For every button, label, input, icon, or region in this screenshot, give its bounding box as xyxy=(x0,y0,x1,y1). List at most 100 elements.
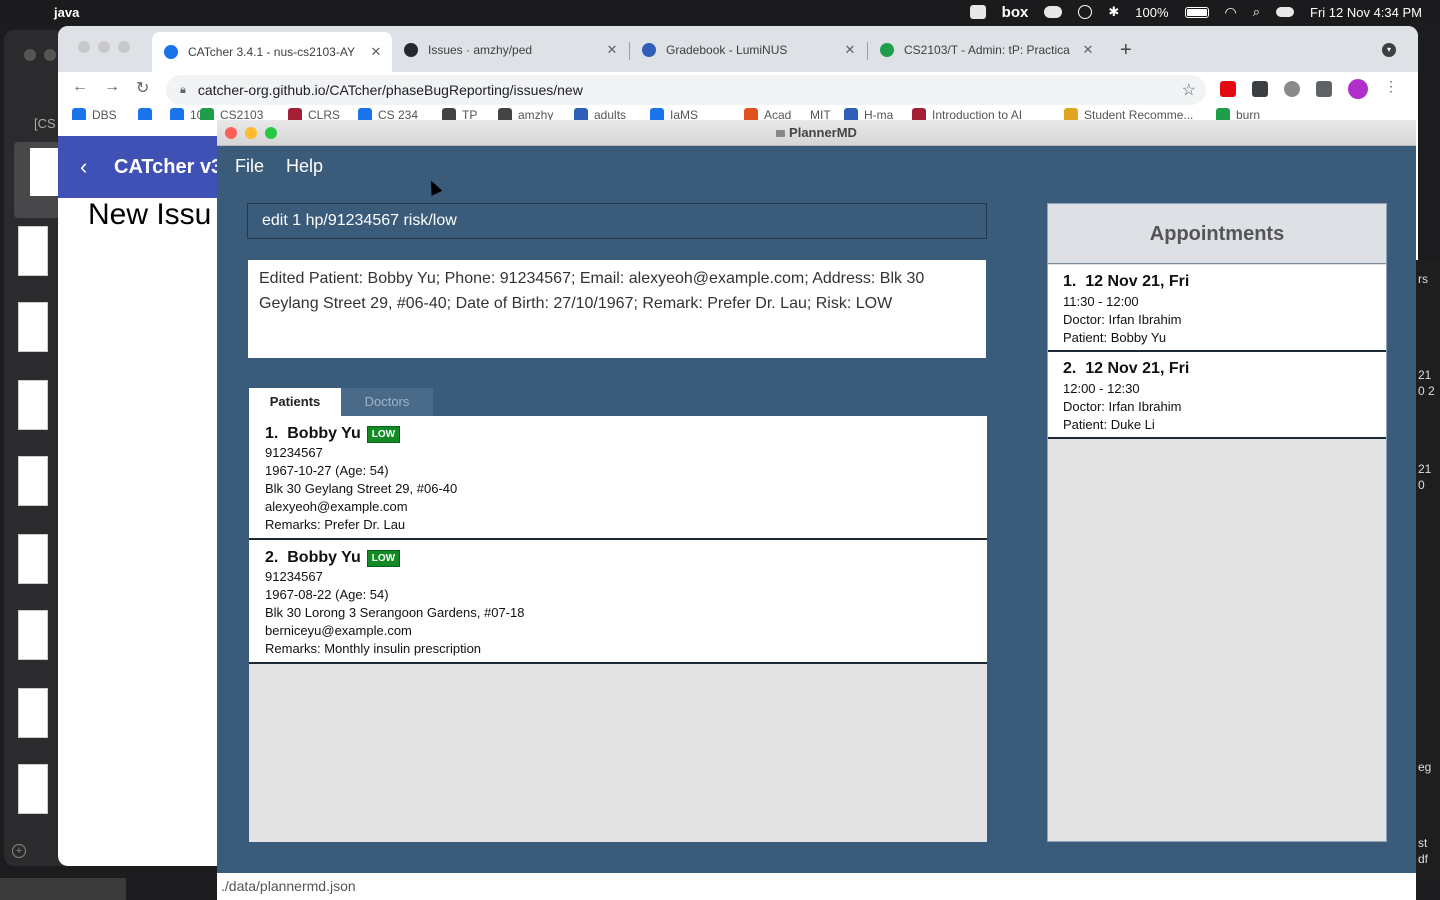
box-icon[interactable]: box xyxy=(1002,4,1029,21)
bookmark-item[interactable]: H-ma xyxy=(844,108,893,120)
forward-arrow-icon[interactable]: → xyxy=(104,78,120,96)
browser-tab[interactable]: CS2103/T - Admin: tP: Practica ✕ xyxy=(868,34,1104,66)
command-input[interactable]: edit 1 hp/91234567 risk/low xyxy=(247,203,987,239)
bookmark-item[interactable]: Student Recomme... xyxy=(1064,108,1193,120)
profile-avatar[interactable] xyxy=(1348,79,1368,99)
bookmark-item[interactable]: Acad xyxy=(744,108,791,120)
fragment-text: 21 xyxy=(1418,462,1432,476)
bookmarks-bar: DBS 10 CS2103 CLRS CS 234 TP amzhy adult… xyxy=(58,108,1418,120)
tab-title: Issues · amzhy/ped xyxy=(428,43,533,57)
appointment-time: 12:00 - 12:30 xyxy=(1063,381,1140,396)
tab-favicon-icon xyxy=(642,43,656,57)
page-thumbnail[interactable] xyxy=(18,380,48,430)
fragment-text: df xyxy=(1418,852,1429,866)
page-thumbnail[interactable] xyxy=(14,142,60,218)
minimize-dot-icon[interactable] xyxy=(98,41,110,53)
fragment-text: rs xyxy=(1418,272,1428,286)
tab-search-icon[interactable]: ▾ xyxy=(1382,43,1396,57)
browser-tab[interactable]: Issues · amzhy/ped ✕ xyxy=(392,34,628,66)
bookmark-item[interactable]: adults xyxy=(574,108,626,120)
status-bar: ./data/plannermd.json xyxy=(217,873,1416,900)
bookmark-item[interactable]: CS2103 xyxy=(200,108,263,120)
browser-tab[interactable]: CATcher 3.4.1 - nus-cs2103-AY ✕ xyxy=(152,32,392,72)
wifi-icon[interactable]: ◠ xyxy=(1225,4,1237,21)
appointment-date: 12 Nov 21, Fri xyxy=(1085,360,1190,377)
address-bar[interactable]: 🔒︎ catcher-org.github.io/CATcher/phaseBu… xyxy=(166,75,1206,105)
bookmark-item[interactable]: MIT xyxy=(810,108,831,120)
risk-badge: LOW xyxy=(366,549,401,567)
maximize-dot-icon[interactable] xyxy=(118,41,130,53)
page-thumbnail[interactable] xyxy=(18,534,48,584)
java-app-icon xyxy=(776,130,786,137)
reload-icon[interactable]: ↻ xyxy=(136,78,149,98)
bookmark-item[interactable]: Introduction to AI xyxy=(912,108,1022,120)
kebab-menu-icon[interactable]: ⋮ xyxy=(1384,78,1398,95)
close-tab-icon[interactable]: ✕ xyxy=(366,44,386,60)
patient-dob: 1967-08-22 (Age: 54) xyxy=(265,587,389,602)
youtube-extension-icon[interactable] xyxy=(1220,81,1236,97)
appointment-card[interactable]: 1. 12 Nov 21, Fri 11:30 - 12:00 Doctor: … xyxy=(1048,265,1386,352)
patient-card[interactable]: 2. Bobby Yu LOW 91234567 1967-08-22 (Age:… xyxy=(249,540,987,664)
bookmark-item[interactable]: TP xyxy=(442,108,477,120)
appointments-title: Appointments xyxy=(1048,204,1386,264)
zoom-icon[interactable] xyxy=(969,5,986,19)
bookmark-item[interactable]: burn xyxy=(1216,108,1260,120)
page-thumbnail[interactable] xyxy=(18,764,48,814)
info-icon[interactable] xyxy=(1078,5,1093,19)
fragment-text: 0 2 xyxy=(1418,384,1435,398)
page-thumbnail[interactable] xyxy=(18,226,48,276)
close-tab-icon[interactable]: ✕ xyxy=(840,42,860,58)
tab-patients[interactable]: Patients xyxy=(249,388,341,416)
clock[interactable]: Fri 12 Nov 4:34 PM xyxy=(1310,5,1422,20)
bookmark-item[interactable]: 10 xyxy=(170,108,203,120)
page-thumbnail[interactable] xyxy=(18,302,48,352)
cloud-icon[interactable] xyxy=(1044,6,1063,18)
add-page-icon[interactable]: + xyxy=(12,844,26,858)
bookmark-star-icon[interactable]: ☆ xyxy=(1182,80,1196,100)
menubar-status-area: box ✱ 100% ◠ ⌕ Fri 12 Nov 4:34 PM xyxy=(969,0,1422,24)
menu-help[interactable]: Help xyxy=(286,156,323,177)
close-tab-icon[interactable]: ✕ xyxy=(602,42,622,58)
bookmark-item[interactable]: CS 234 xyxy=(358,108,418,120)
patient-card[interactable]: 1. Bobby Yu LOW 91234567 1967-10-27 (Age:… xyxy=(249,416,987,540)
bookmark-item[interactable]: IaMS xyxy=(650,108,698,120)
appointment-card[interactable]: 2. 12 Nov 21, Fri 12:00 - 12:30 Doctor: … xyxy=(1048,352,1386,439)
back-chevron-icon[interactable]: ‹ xyxy=(80,154,87,180)
battery-icon[interactable] xyxy=(1184,6,1209,18)
catcher-page-heading: New Issu xyxy=(88,198,212,231)
minimize-dot-icon[interactable] xyxy=(44,49,56,61)
bluetooth-icon[interactable]: ✱ xyxy=(1108,4,1119,20)
page-thumbnail[interactable] xyxy=(18,456,48,506)
puzzle-extensions-icon[interactable] xyxy=(1316,81,1332,97)
spotlight-search-icon[interactable]: ⌕ xyxy=(1253,4,1260,20)
patient-email: berniceyu@example.com xyxy=(265,623,412,638)
bookmark-item[interactable]: DBS xyxy=(72,108,117,120)
page-thumbnail[interactable] xyxy=(18,688,48,738)
patient-remarks: Remarks: Prefer Dr. Lau xyxy=(265,517,406,532)
bookmark-item[interactable] xyxy=(138,108,152,120)
patient-dob: 1967-10-27 (Age: 54) xyxy=(265,463,389,478)
patient-phone: 91234567 xyxy=(265,445,323,460)
menu-file[interactable]: File xyxy=(235,156,264,177)
patient-address: Blk 30 Lorong 3 Serangoon Gardens, #07-1… xyxy=(265,605,525,620)
control-center-icon[interactable] xyxy=(1276,7,1294,17)
background-window-right: rs 21 0 2 21 0 eg st df xyxy=(1416,260,1440,880)
close-tab-icon[interactable]: ✕ xyxy=(1078,42,1098,58)
patient-list[interactable]: 1. Bobby Yu LOW 91234567 1967-10-27 (Age:… xyxy=(249,416,987,842)
browser-tab[interactable]: Gradebook - LumiNUS ✕ xyxy=(630,34,866,66)
app-menu-bar: File Help xyxy=(235,156,323,177)
close-dot-icon[interactable] xyxy=(78,41,90,53)
lock-icon[interactable]: 🔒︎ xyxy=(180,84,186,97)
appointment-doctor: Doctor: Irfan Ibrahim xyxy=(1063,312,1182,327)
active-app-name[interactable]: java xyxy=(54,5,79,20)
bookmark-item[interactable]: amzhy xyxy=(498,108,553,120)
appointment-date: 12 Nov 21, Fri xyxy=(1085,273,1190,290)
download-extension-icon[interactable] xyxy=(1252,81,1268,97)
back-arrow-icon[interactable]: ← xyxy=(72,78,88,96)
bookmark-item[interactable]: CLRS xyxy=(288,108,340,120)
new-tab-plus-icon[interactable]: + xyxy=(1120,39,1132,62)
close-dot-icon[interactable] xyxy=(24,49,36,61)
tab-doctors[interactable]: Doctors xyxy=(341,388,433,416)
extension-icon[interactable] xyxy=(1284,81,1300,97)
page-thumbnail[interactable] xyxy=(18,610,48,660)
